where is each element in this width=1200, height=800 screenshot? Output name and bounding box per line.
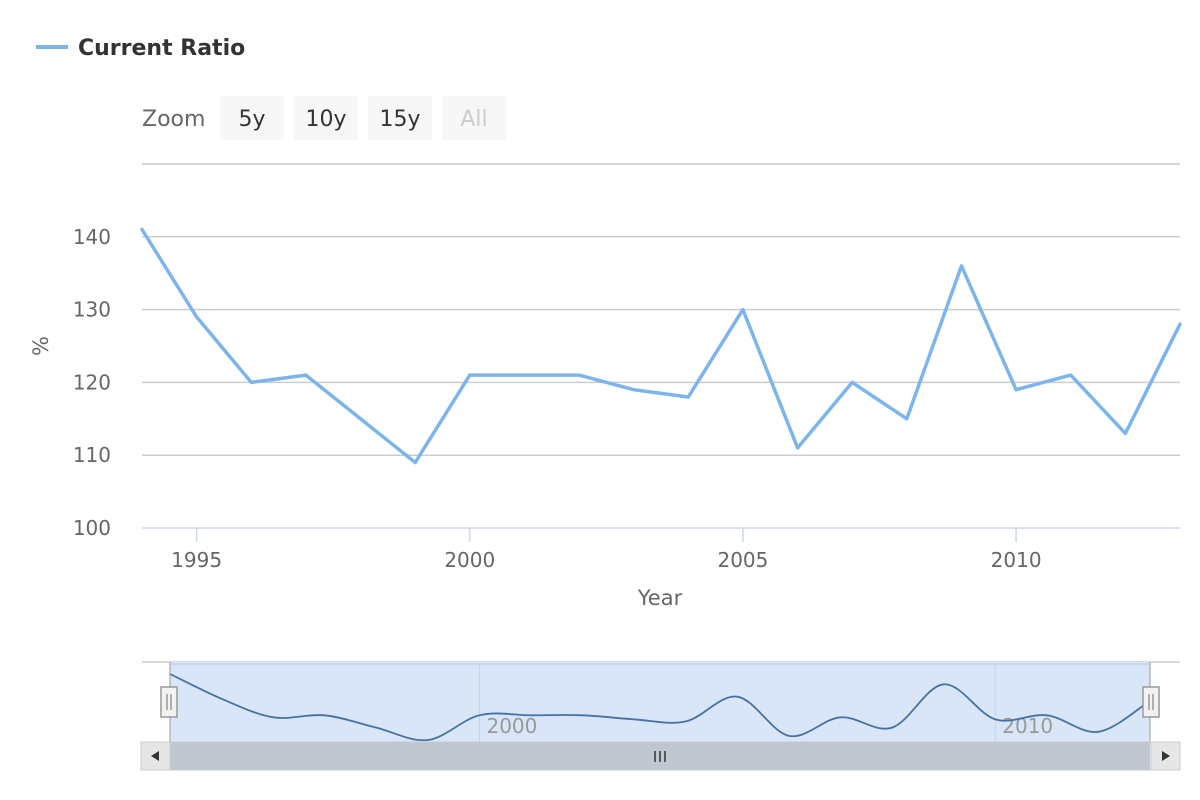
zoom-button-5y-label: 5y bbox=[238, 107, 265, 132]
grid-lines bbox=[142, 236, 1180, 456]
zoom-label: Zoom bbox=[142, 107, 205, 132]
y-axis-title: % bbox=[29, 336, 53, 356]
zoom-button-15y[interactable]: 15y bbox=[368, 96, 432, 140]
zoom-button-10y-label: 10y bbox=[305, 107, 346, 132]
navigator-tick-label: 2000 bbox=[486, 714, 537, 738]
legend[interactable]: Current Ratio bbox=[36, 36, 245, 61]
legend-label: Current Ratio bbox=[78, 36, 245, 61]
y-axis-ticks: 100 110 120 130 140 bbox=[73, 225, 111, 540]
x-axis-ticks: 1995 2000 2005 2010 bbox=[171, 528, 1042, 572]
navigator-left-handle[interactable] bbox=[160, 686, 178, 718]
y-tick-label: 140 bbox=[73, 225, 111, 249]
scrollbar[interactable] bbox=[140, 741, 1181, 771]
y-tick-label: 120 bbox=[73, 370, 111, 394]
x-axis-title: Year bbox=[637, 586, 683, 610]
x-tick-label: 2010 bbox=[991, 548, 1042, 572]
y-tick-label: 130 bbox=[73, 298, 111, 322]
range-selector: Zoom 5y 10y 15y All bbox=[142, 96, 506, 140]
y-tick-label: 100 bbox=[73, 516, 111, 540]
x-tick-label: 1995 bbox=[171, 548, 222, 572]
x-tick-label: 2000 bbox=[444, 548, 495, 572]
y-tick-label: 110 bbox=[73, 443, 111, 467]
x-tick-label: 2005 bbox=[717, 548, 768, 572]
zoom-button-all-label: All bbox=[460, 107, 487, 132]
stock-chart: Current Ratio Zoom 5y 10y 15y All 100 110… bbox=[29, 36, 1182, 771]
zoom-button-10y[interactable]: 10y bbox=[294, 96, 358, 140]
navigator-right-handle[interactable] bbox=[1142, 686, 1160, 718]
series-current-ratio[interactable] bbox=[140, 227, 1182, 465]
zoom-button-all[interactable]: All bbox=[442, 96, 506, 140]
zoom-button-15y-label: 15y bbox=[379, 107, 420, 132]
zoom-button-5y[interactable]: 5y bbox=[220, 96, 284, 140]
series-line[interactable] bbox=[140, 227, 1182, 465]
scrollbar-right-button[interactable] bbox=[1150, 741, 1181, 771]
navigator[interactable]: 2000 2010 bbox=[142, 661, 1180, 742]
scrollbar-left-button[interactable] bbox=[140, 741, 171, 771]
